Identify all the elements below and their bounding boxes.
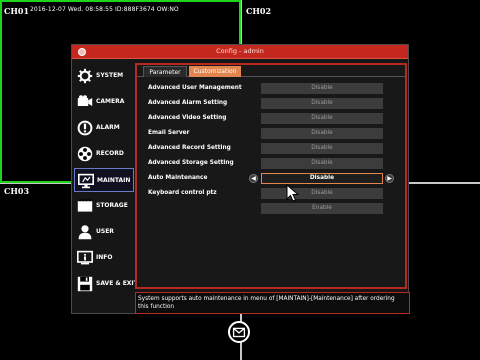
setting-row: Keyboard control ptz Disable	[145, 188, 401, 200]
setting-label: Advanced Alarm Setting	[148, 100, 228, 106]
sidebar-item-record[interactable]: RECORD	[74, 142, 134, 166]
mail-button[interactable]	[228, 321, 250, 343]
setting-value[interactable]: Disable	[261, 188, 383, 199]
setting-value[interactable]: Disable	[261, 158, 383, 169]
setting-row: Enable	[145, 203, 401, 215]
setting-value[interactable]: Disable	[261, 83, 383, 94]
arrow-right-icon[interactable]: ▶	[385, 174, 394, 183]
channel-2-label: CH02	[246, 6, 272, 16]
setting-row: Advanced Video Setting Disable	[145, 113, 401, 125]
sidebar: SYSTEM CAMERA ALARM RECORD MAINTAIN STOR…	[72, 60, 138, 305]
sidebar-item-label: ALARM	[96, 124, 120, 131]
tab-parameter[interactable]: Parameter	[143, 66, 187, 77]
dialog-title: Config - admin	[216, 47, 264, 55]
channel-1-label: CH01	[4, 6, 30, 16]
sidebar-item-label: INFO	[96, 254, 113, 261]
mail-icon	[232, 327, 246, 338]
sidebar-item-label: USER	[96, 228, 114, 235]
user-icon	[78, 225, 92, 240]
arrow-left-icon[interactable]: ◀	[249, 174, 258, 183]
info-icon	[77, 250, 93, 265]
gear-icon	[77, 68, 93, 84]
sidebar-item-info[interactable]: INFO	[74, 246, 134, 270]
setting-value[interactable]: Disable	[261, 143, 383, 154]
sidebar-item-label: CAMERA	[96, 98, 125, 105]
config-dialog: Config - admin SYSTEM CAMERA ALARM RECOR…	[71, 44, 410, 314]
sidebar-item-user[interactable]: USER	[74, 220, 134, 244]
save-icon	[77, 276, 93, 292]
setting-label: Keyboard control ptz	[148, 190, 217, 196]
sidebar-item-save-exit[interactable]: SAVE & EXIT	[74, 272, 138, 296]
record-icon	[77, 146, 93, 162]
setting-label: Auto Maintenance	[148, 175, 208, 181]
setting-label: Advanced Storage Setting	[148, 160, 234, 166]
setting-row: Advanced Alarm Setting Disable	[145, 98, 401, 110]
sidebar-item-label: SYSTEM	[96, 72, 124, 79]
setting-label: Advanced User Management	[148, 85, 242, 91]
setting-label: Advanced Record Setting	[148, 145, 231, 151]
storage-icon	[77, 198, 93, 212]
osd-info: 2016-12-07 Wed. 08:58:55 ID:888F3674 OW:…	[30, 6, 179, 13]
channel-3-label: CH03	[4, 186, 30, 196]
sidebar-item-maintain[interactable]: MAINTAIN	[74, 168, 134, 192]
setting-row: Email Server Disable	[145, 128, 401, 140]
sidebar-item-system[interactable]: SYSTEM	[74, 64, 134, 88]
monitor-icon	[78, 173, 94, 189]
dialog-titlebar: Config - admin	[72, 45, 408, 59]
sidebar-item-alarm[interactable]: ALARM	[74, 116, 134, 140]
mouse-cursor-icon	[286, 184, 300, 202]
tab-bar: Parameter Customization	[137, 65, 405, 77]
setting-row: Advanced Storage Setting Disable	[145, 158, 401, 170]
setting-label: Email Server	[148, 130, 190, 136]
tab-customization[interactable]: Customization	[189, 66, 241, 77]
sidebar-item-camera[interactable]: CAMERA	[74, 90, 134, 114]
status-hint: System supports auto maintenance in menu…	[135, 292, 410, 314]
setting-row-selected: Auto Maintenance ◀ Disable ▶	[145, 173, 401, 185]
setting-row: Advanced Record Setting Disable	[145, 143, 401, 155]
alarm-icon	[77, 120, 93, 136]
setting-row: Advanced User Management Disable	[145, 83, 401, 95]
setting-value[interactable]: Disable	[261, 113, 383, 124]
sidebar-item-label: SAVE & EXIT	[96, 280, 138, 287]
setting-value[interactable]: Disable	[261, 98, 383, 109]
setting-label: Advanced Video Setting	[148, 115, 227, 121]
sidebar-item-label: RECORD	[96, 150, 124, 157]
settings-panel: Parameter Customization Advanced User Ma…	[135, 63, 407, 289]
sidebar-item-storage[interactable]: STORAGE	[74, 194, 134, 218]
sidebar-item-label: MAINTAIN	[97, 177, 131, 184]
sidebar-item-label: STORAGE	[96, 202, 128, 209]
setting-value[interactable]: Enable	[261, 203, 383, 214]
setting-value-selected[interactable]: Disable	[261, 173, 383, 184]
camera-icon	[77, 95, 93, 106]
setting-value[interactable]: Disable	[261, 128, 383, 139]
